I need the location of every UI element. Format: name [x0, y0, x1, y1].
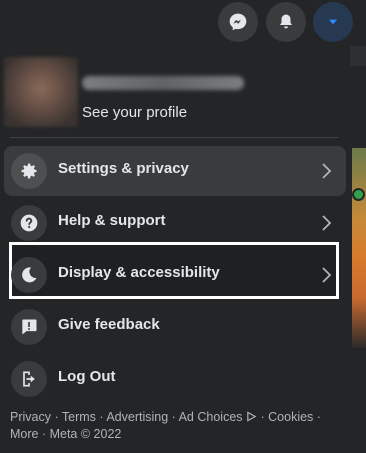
- ad-choices-icon: [247, 411, 257, 422]
- footer-link-more[interactable]: More: [10, 427, 38, 441]
- chevron-right-icon: [322, 215, 332, 231]
- chevron-right-icon: [322, 267, 332, 283]
- account-menu-panel: See your profile Settings & privacy Help…: [0, 44, 350, 453]
- profile-name-blurred: [82, 76, 244, 90]
- footer-link-cookies[interactable]: Cookies: [268, 410, 313, 424]
- messenger-icon: [229, 13, 247, 31]
- menu-item-label: Give feedback: [58, 316, 160, 333]
- gear-icon: [11, 153, 47, 189]
- menu-item-display-accessibility[interactable]: Display & accessibility: [4, 250, 346, 300]
- notifications-button[interactable]: [266, 2, 306, 42]
- menu-item-help-support[interactable]: Help & support: [4, 198, 346, 248]
- see-profile-label: See your profile: [82, 104, 188, 121]
- background-divider: [350, 46, 366, 66]
- footer-link-ad-choices[interactable]: Ad Choices: [179, 410, 261, 424]
- feedback-icon: [11, 309, 47, 345]
- profile-link[interactable]: See your profile: [2, 56, 346, 128]
- question-icon: [11, 205, 47, 241]
- footer-link-privacy[interactable]: Privacy: [10, 410, 51, 424]
- moon-icon: [11, 257, 47, 293]
- footer-links: Privacy · Terms · Advertising · Ad Choic…: [10, 410, 321, 441]
- menu-item-label: Settings & privacy: [58, 160, 189, 177]
- footer-link-advertising[interactable]: Advertising: [106, 410, 168, 424]
- account-menu-button[interactable]: [313, 2, 353, 42]
- chevron-right-icon: [322, 163, 332, 179]
- top-bar: [0, 0, 366, 44]
- online-status-dot: [352, 188, 365, 201]
- menu-item-settings-privacy[interactable]: Settings & privacy: [4, 146, 346, 196]
- messenger-button[interactable]: [218, 2, 258, 42]
- menu-divider: [10, 137, 339, 138]
- menu-item-log-out[interactable]: Log Out: [4, 354, 346, 404]
- background-story-thumbnail: [352, 148, 366, 348]
- footer-link-terms[interactable]: Terms: [62, 410, 96, 424]
- bell-icon: [280, 14, 292, 29]
- menu-item-give-feedback[interactable]: Give feedback: [4, 302, 346, 352]
- logout-icon: [11, 361, 47, 397]
- menu-item-label: Log Out: [58, 368, 116, 385]
- caret-down-icon: [328, 19, 338, 25]
- menu-item-label: Help & support: [58, 212, 166, 229]
- avatar: [4, 57, 78, 127]
- footer-copyright: Meta © 2022: [49, 427, 122, 441]
- menu-item-label: Display & accessibility: [58, 264, 220, 281]
